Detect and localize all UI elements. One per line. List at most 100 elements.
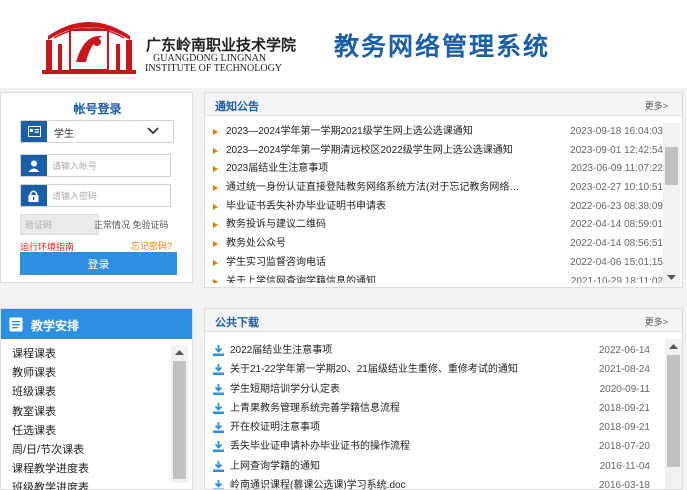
notice-item[interactable]: 通过统一身份认证直接登陆教务网络系统方法(对于忘记教务网络系统密码的) 2023-… (213, 179, 663, 198)
notice-scrollbar-thumb[interactable] (665, 147, 678, 185)
captcha-status: 正常情况 免验证码 (94, 220, 169, 230)
teaching-item-teacher-schedule[interactable]: 教师课表 (12, 364, 167, 383)
school-logo-icon (42, 22, 136, 74)
notice-panel: 通知公告 更多> 2023—2024学年第一学期2021级学生网上选公选课通知 2… (204, 92, 683, 288)
download-item-title[interactable]: 岭南通识课程(慕课公选课)学习系统.doc (230, 476, 560, 489)
school-name-en-line2: INSTITUTE OF TECHNOLOGY (145, 63, 283, 74)
captcha-field (20, 214, 99, 235)
notice-item-title[interactable]: 教务处公众号 (226, 235, 526, 253)
chevron-down-icon (147, 127, 159, 135)
download-item-date: 2016-11-04 (599, 460, 650, 472)
id-card-icon (21, 121, 47, 142)
notice-item-title[interactable]: 2023—2024学年第一学期清远校区2022级学生网上选公选课通知 (226, 142, 526, 160)
download-item-date: 2022-06-14 (598, 345, 650, 356)
bullet-icon (213, 203, 218, 210)
download-list: 2022届结业生注意事项 2022-06-14 关于21-22学年第一学期20、2… (213, 341, 658, 489)
download-item-title[interactable]: 丢失毕业证申请补办毕业证书的操作流程 (230, 437, 560, 456)
login-button[interactable]: 登录 (20, 252, 177, 275)
download-item[interactable]: 丢失毕业证申请补办毕业证书的操作流程 2018-07-20 (213, 437, 658, 456)
download-item-date: 2020-09-11 (599, 383, 650, 395)
teaching-header: 教学安排 (1, 309, 192, 339)
teaching-list: 课程课表 教师课表 班级课表 教室课表 任选课表 周/日/节次课表 课程教学进度… (12, 345, 167, 490)
notice-item-title[interactable]: 毕业证书丢失补办毕业证明书申请表 (226, 198, 526, 216)
download-item[interactable]: 学生短期培训学分认定表 2020-09-11 (213, 380, 658, 399)
notice-item[interactable]: 学生实习监督咨询电话 2022-04-06 15:01:15 (213, 254, 663, 273)
notice-item[interactable]: 教务投诉与建议二维码 2022-04-14 08:59:01 (213, 216, 663, 235)
password-input[interactable] (52, 187, 167, 204)
notice-item-title[interactable]: 2023—2024学年第一学期2021级学生网上选公选课通知 (226, 123, 526, 141)
notice-title: 通知公告 (215, 101, 259, 113)
role-select-value: 学生 (54, 129, 74, 140)
notice-item-title[interactable]: 教务投诉与建议二维码 (226, 216, 526, 234)
download-title: 公共下载 (215, 317, 259, 329)
download-item-title[interactable]: 上青果教务管理系统完善学籍信息流程 (230, 399, 560, 418)
forgot-password-link[interactable]: 忘记密码? (131, 239, 172, 252)
teaching-item-course-progress[interactable]: 课程教学进度表 (12, 460, 167, 479)
notice-item-title[interactable]: 通过统一身份认证直接登陆教务网络系统方法(对于忘记教务网络系统密码的) (226, 179, 526, 197)
download-scrollbar[interactable] (665, 339, 682, 489)
teaching-item-course-schedule[interactable]: 课程课表 (12, 345, 167, 364)
notice-more-link[interactable]: 更多> (645, 99, 668, 112)
teaching-item-classroom-schedule[interactable]: 教室课表 (12, 403, 167, 422)
download-icon (213, 480, 224, 489)
teaching-item-period-schedule[interactable]: 周/日/节次课表 (12, 441, 167, 460)
scroll-up-icon[interactable] (665, 339, 682, 353)
download-item[interactable]: 岭南通识课程(慕课公选课)学习系统.doc 2016-03-18 (213, 476, 658, 489)
download-more-link[interactable]: 更多> (645, 315, 668, 328)
teaching-panel: 教学安排 课程课表 教师课表 班级课表 教室课表 任选课表 周/日/节次课表 课… (0, 308, 193, 490)
download-scrollbar-thumb[interactable] (667, 355, 680, 467)
account-input[interactable] (52, 157, 167, 174)
teaching-title: 教学安排 (31, 319, 80, 333)
download-item-date: 2016-03-18 (598, 480, 650, 489)
captcha-input[interactable] (25, 217, 95, 232)
notice-item[interactable]: 2023—2024学年第一学期清远校区2022级学生网上选公选课通知 2023-0… (213, 142, 663, 161)
teaching-scrollbar-thumb[interactable] (173, 361, 186, 479)
bullet-icon (213, 129, 218, 135)
download-item-date: 2021-08-24 (598, 364, 650, 376)
notice-item-date: 2022-04-14 08:56:51 (570, 238, 663, 250)
notice-item-title[interactable]: 关于上学信网查询学籍信息的通知 (226, 273, 526, 284)
download-item[interactable]: 开在校证明注意事项 2018-09-21 (213, 418, 658, 437)
notice-item[interactable]: 教务处公众号 2022-04-14 08:56:51 (213, 235, 663, 254)
account-field (20, 154, 171, 177)
scroll-down-icon[interactable] (663, 271, 680, 285)
download-item-title[interactable]: 关于21-22学年第一学期20、21届级结业生重修、重修考试的通知 (230, 360, 560, 379)
notice-item-title[interactable]: 学生实习监督咨询电话 (226, 254, 526, 272)
teaching-scrollbar[interactable] (171, 345, 188, 483)
download-item[interactable]: 关于21-22学年第一学期20、21届级结业生重修、重修考试的通知 2021-08… (213, 360, 658, 379)
bullet-icon (213, 278, 218, 283)
notice-item[interactable]: 2023届结业生注意事项 2023-06-09 11:07:22 (213, 160, 663, 179)
download-icon (213, 460, 224, 472)
notice-item[interactable]: 关于上学信网查询学籍信息的通知 2021-10-29 18:11:02 (213, 273, 663, 284)
download-icon (213, 364, 224, 376)
download-item-title[interactable]: 开在校证明注意事项 (230, 418, 560, 437)
download-item-date: 2018-07-20 (598, 441, 650, 453)
download-item[interactable]: 2022届结业生注意事项 2022-06-14 (213, 341, 658, 360)
download-item-title[interactable]: 学生短期培训学分认定表 (230, 380, 560, 399)
download-item-date: 2018-09-21 (598, 422, 650, 434)
notice-item-date: 2023-06-09 11:07:22 (570, 163, 663, 175)
scroll-up-icon[interactable] (171, 345, 188, 359)
notice-scrollbar[interactable] (663, 123, 680, 287)
download-panel: 公共下载 更多> 2022届结业生注意事项 2022-06-14 关于21-22学… (204, 308, 683, 490)
download-header: 公共下载 更多> (205, 309, 682, 332)
notice-item-title[interactable]: 2023届结业生注意事项 (226, 160, 526, 178)
download-item-title[interactable]: 上网查询学籍的通知 (230, 457, 560, 476)
teaching-item-class-schedule[interactable]: 班级课表 (12, 383, 167, 402)
bullet-icon (213, 241, 218, 248)
download-icon (213, 402, 224, 414)
download-item[interactable]: 上青果教务管理系统完善学籍信息流程 2018-09-21 (213, 399, 658, 418)
notice-item-date: 2023-09-18 16:04:03 (570, 126, 663, 137)
notice-item-date: 2022-06-23 08:38:09 (570, 200, 663, 212)
teaching-item-class-progress[interactable]: 班级教学进度表 (12, 479, 167, 490)
page-header: 广东岭南职业技术学院 GUANGDONG LINGNAN INSTITUTE O… (0, 0, 687, 88)
download-item-title[interactable]: 2022届结业生注意事项 (230, 341, 560, 360)
notice-item[interactable]: 毕业证书丢失补办毕业证明书申请表 2022-06-23 08:38:09 (213, 198, 663, 217)
teaching-item-elective-schedule[interactable]: 任选课表 (12, 422, 167, 441)
notice-item[interactable]: 2023—2024学年第一学期2021级学生网上选公选课通知 2023-09-18… (213, 123, 663, 142)
download-icon (213, 441, 224, 453)
document-icon (9, 317, 23, 332)
role-select[interactable]: 学生 (20, 120, 174, 143)
download-item[interactable]: 上网查询学籍的通知 2016-11-04 (213, 457, 658, 476)
notice-header: 通知公告 更多> (205, 93, 682, 116)
